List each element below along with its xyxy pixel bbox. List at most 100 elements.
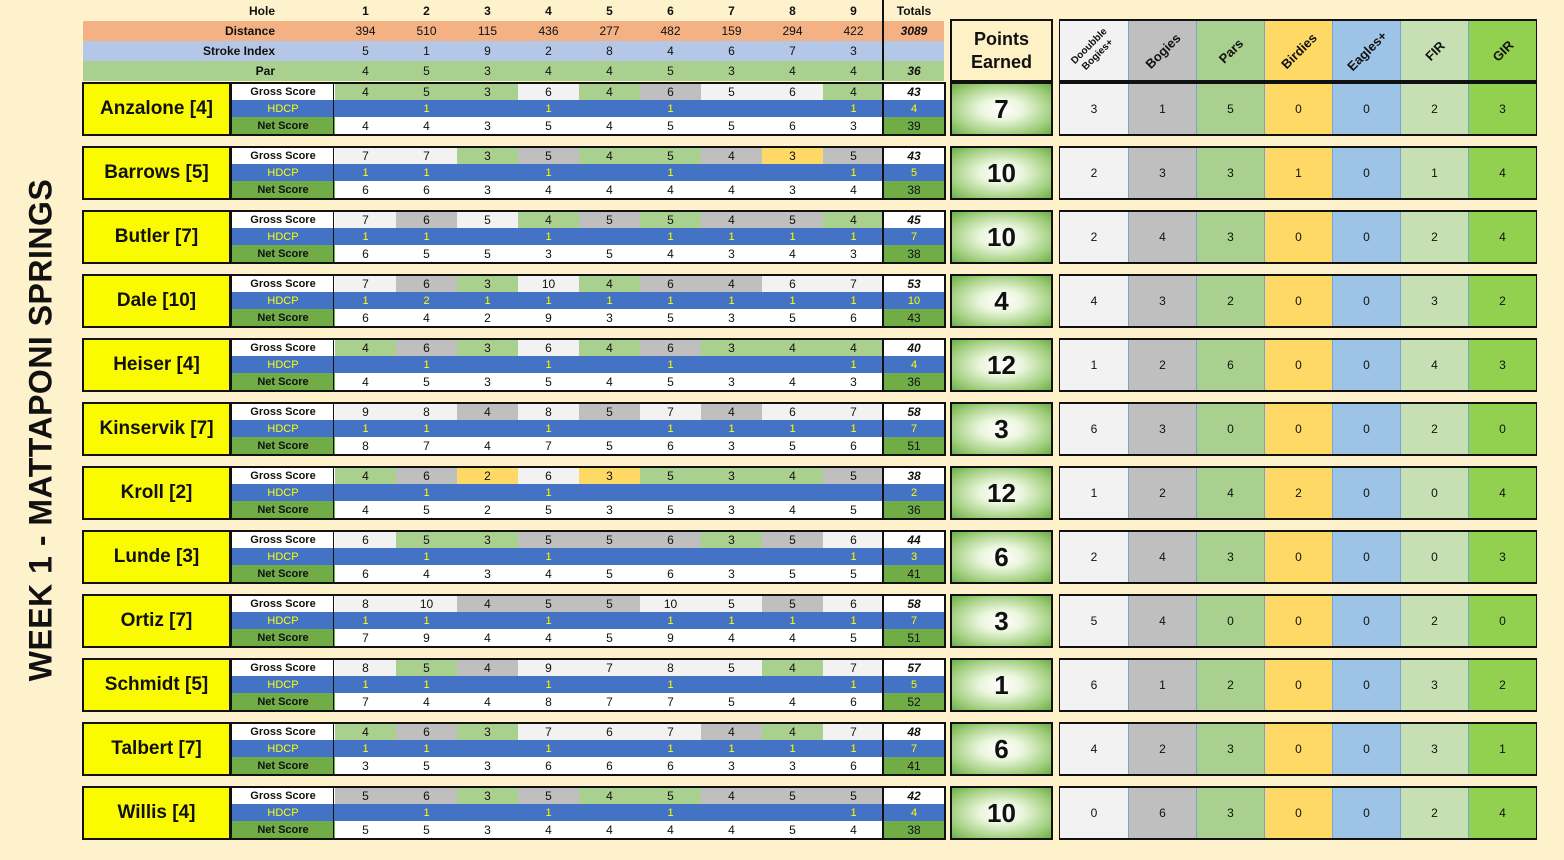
gross-score-hole-4: 5 (518, 531, 579, 548)
gross-score-hole-2: 5 (396, 531, 457, 548)
stat-value-4: 0 (1264, 340, 1332, 390)
net-score-hole-6: 6 (640, 437, 701, 454)
totals-divider (882, 658, 884, 712)
hdcp-hole-8: 1 (762, 740, 823, 757)
net-score-hole-1: 4 (335, 373, 396, 390)
net-score-hole-8: 5 (762, 437, 823, 454)
net-score-hole-7: 3 (701, 501, 762, 518)
net-score-hole-3: 2 (457, 309, 518, 326)
stat-value-4: 0 (1264, 660, 1332, 710)
net-score-hole-2: 4 (396, 309, 457, 326)
hdcp-hole-8 (762, 164, 823, 181)
par-row-hole-3: 3 (457, 61, 518, 81)
par-row-label: Par (83, 61, 335, 81)
stat-value-4: 0 (1264, 212, 1332, 262)
stat-header-5: Eagles+ (1332, 21, 1400, 80)
net-score-hole-2: 9 (396, 629, 457, 646)
net-score-hole-1: 5 (335, 821, 396, 838)
stat-header-7: GIR (1468, 21, 1536, 80)
distance-row-hole-5: 277 (579, 21, 640, 41)
gross-score-hole-4: 9 (518, 659, 579, 676)
player-name: Heiser [4] (82, 338, 231, 392)
hdcp-hole-9: 1 (823, 292, 884, 309)
stat-header-1: Dooubble Bogies+ (1060, 21, 1128, 80)
hdcp-hole-8 (762, 356, 823, 373)
hdcp-hole-3 (457, 356, 518, 373)
stat-value-1: 2 (1060, 148, 1128, 198)
gross-score-hole-3: 3 (457, 147, 518, 164)
points-earned: 3 (950, 594, 1053, 648)
hdcp-label: HDCP (231, 740, 335, 757)
net-score-hole-7: 3 (701, 565, 762, 582)
stat-value-6: 3 (1400, 660, 1468, 710)
net-score-hole-9: 5 (823, 565, 884, 582)
net-score-hole-6: 4 (640, 181, 701, 198)
hdcp-hole-1: 1 (335, 420, 396, 437)
points-earned: 12 (950, 338, 1053, 392)
gross-score-hole-5: 5 (579, 531, 640, 548)
net-score-hole-7: 5 (701, 693, 762, 710)
gross-score-total: 38 (884, 467, 944, 484)
hdcp-hole-9: 1 (823, 100, 884, 117)
net-score-hole-4: 8 (518, 693, 579, 710)
hdcp-hole-9: 1 (823, 164, 884, 181)
par-row-hole-8: 4 (762, 61, 823, 81)
hdcp-hole-3 (457, 804, 518, 821)
gross-score-hole-1: 4 (335, 723, 396, 740)
hdcp-hole-6: 1 (640, 420, 701, 437)
net-score-total: 51 (884, 437, 944, 454)
hdcp-hole-7 (701, 804, 762, 821)
hdcp-hole-7 (701, 548, 762, 565)
net-score-hole-5: 7 (579, 693, 640, 710)
distance-row-hole-1: 394 (335, 21, 396, 41)
net-score-hole-5: 3 (579, 309, 640, 326)
hdcp-hole-5 (579, 100, 640, 117)
hole-row-hole-3: 3 (457, 1, 518, 21)
net-score-hole-5: 6 (579, 757, 640, 774)
gross-score-total: 43 (884, 83, 944, 100)
gross-score-hole-5: 4 (579, 339, 640, 356)
hdcp-total: 5 (884, 676, 944, 693)
hdcp-hole-9: 1 (823, 804, 884, 821)
gross-score-hole-6: 5 (640, 211, 701, 228)
stat-value-1: 3 (1060, 84, 1128, 134)
gross-score-hole-6: 6 (640, 531, 701, 548)
stat-value-7: 0 (1468, 596, 1536, 646)
stat-value-6: 2 (1400, 404, 1468, 454)
gross-score-label: Gross Score (231, 403, 335, 420)
gross-score-total: 58 (884, 595, 944, 612)
gross-score-label: Gross Score (231, 467, 335, 484)
stat-value-1: 5 (1060, 596, 1128, 646)
totals-divider (882, 338, 884, 392)
stat-value-5: 0 (1332, 468, 1400, 518)
gross-score-hole-7: 5 (701, 83, 762, 100)
gross-score-hole-5: 5 (579, 211, 640, 228)
hdcp-hole-3 (457, 164, 518, 181)
hdcp-label: HDCP (231, 484, 335, 501)
net-score-hole-4: 5 (518, 501, 579, 518)
hdcp-hole-1 (335, 484, 396, 501)
hdcp-hole-1: 1 (335, 676, 396, 693)
hdcp-hole-6 (640, 484, 701, 501)
week-title-text: WEEK 1 - MATTAPONI SPRINGS (22, 178, 59, 682)
distance-row-hole-2: 510 (396, 21, 457, 41)
distance-row-hole-6: 482 (640, 21, 701, 41)
net-score-hole-3: 3 (457, 565, 518, 582)
net-score-hole-7: 3 (701, 373, 762, 390)
net-score-hole-9: 3 (823, 373, 884, 390)
points-earned: 7 (950, 82, 1053, 136)
net-score-hole-8: 4 (762, 245, 823, 262)
hdcp-total: 4 (884, 100, 944, 117)
stat-header-label: Eagles+ (1343, 27, 1390, 74)
net-score-hole-9: 3 (823, 245, 884, 262)
gross-score-hole-9: 7 (823, 403, 884, 420)
hdcp-hole-8: 1 (762, 612, 823, 629)
net-score-hole-7: 4 (701, 181, 762, 198)
net-score-hole-8: 5 (762, 309, 823, 326)
hdcp-hole-8 (762, 548, 823, 565)
points-header-line1: Points (973, 28, 1029, 49)
net-score-total: 41 (884, 565, 944, 582)
totals-divider (882, 146, 884, 200)
hdcp-hole-8: 1 (762, 228, 823, 245)
net-score-hole-2: 4 (396, 693, 457, 710)
